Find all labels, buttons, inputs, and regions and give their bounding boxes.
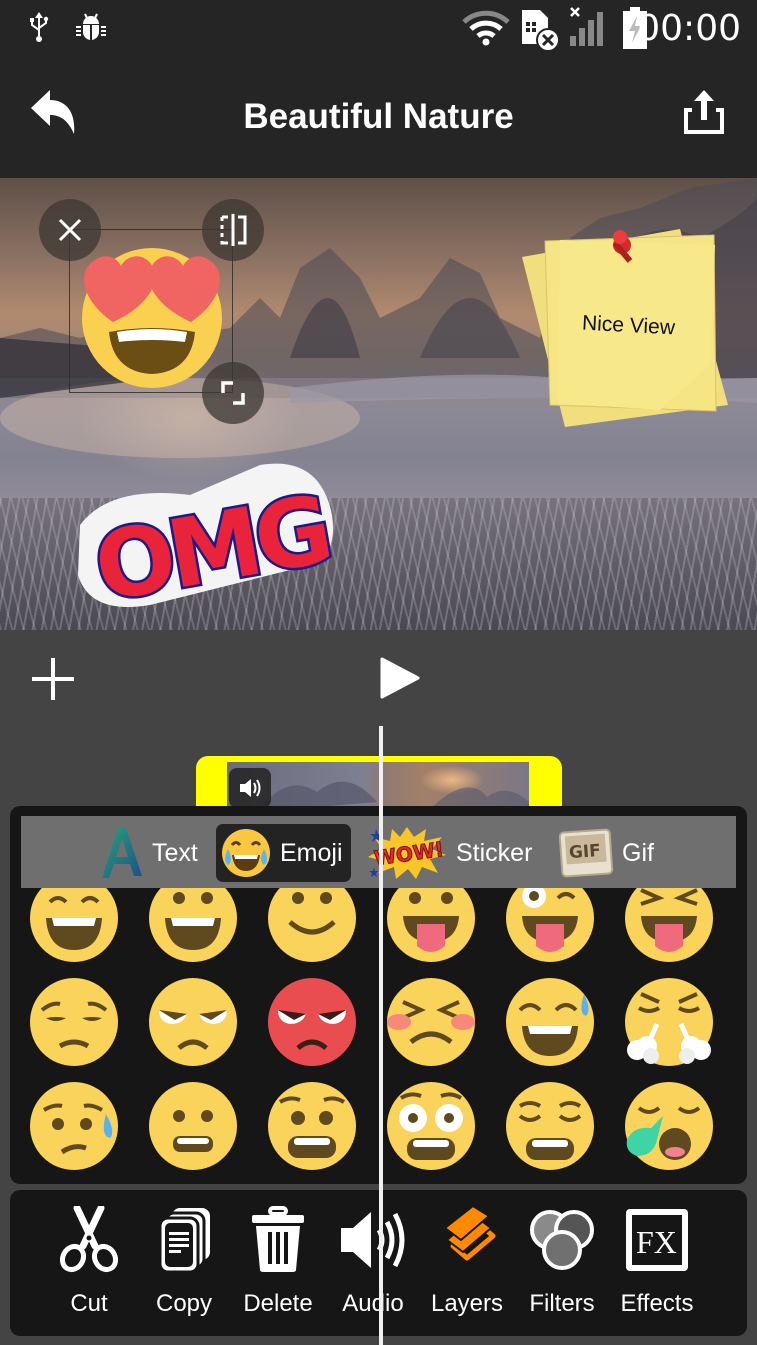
svg-text:FX: FX <box>636 1224 677 1260</box>
clock-time: 00:00 <box>637 8 741 49</box>
emoji-weary-face[interactable] <box>504 1080 596 1172</box>
share-upload-icon[interactable] <box>680 88 728 138</box>
audio-label: Audio <box>342 1290 404 1317</box>
sim-missing-icon <box>522 10 560 52</box>
filters-icon <box>530 1210 594 1270</box>
omg-text: OMG <box>87 476 335 615</box>
tab-text[interactable]: Text <box>100 824 198 882</box>
scissors-icon <box>59 1206 119 1273</box>
emoji-face-with-tongue[interactable] <box>385 888 477 964</box>
emoji-grinning-face[interactable] <box>147 888 239 964</box>
page-title: Beautiful Nature <box>243 97 514 136</box>
copy-icon <box>158 1208 210 1274</box>
plus-icon[interactable] <box>30 656 76 702</box>
cut-label: Cut <box>70 1290 108 1317</box>
app-bar: Beautiful Nature <box>0 56 757 178</box>
effects-label: Effects <box>620 1290 694 1317</box>
timeline-playhead[interactable] <box>379 726 383 1345</box>
trash-icon <box>252 1206 304 1272</box>
flip-icon[interactable] <box>202 199 264 261</box>
emoji-squinting-face-with-tongue[interactable] <box>623 888 715 964</box>
toolbar-effects-button[interactable]: FX Effects <box>614 1200 700 1325</box>
tab-text-label: Text <box>152 838 198 867</box>
delete-label: Delete <box>243 1290 313 1317</box>
tab-sticker[interactable]: WOW! Sticker <box>366 824 532 882</box>
resize-icon[interactable] <box>202 362 264 424</box>
emoji-grimacing-face[interactable] <box>147 1080 239 1172</box>
fx-icon: FX <box>626 1209 688 1271</box>
toolbar-copy-button[interactable]: Copy <box>141 1200 227 1325</box>
emoji-disappointed-face[interactable] <box>28 976 120 1068</box>
emoji-face-with-steam[interactable] <box>623 976 715 1068</box>
volume-icon[interactable] <box>229 768 271 808</box>
wifi-icon <box>462 10 510 46</box>
laughing-emoji-icon <box>222 829 270 877</box>
toolbar-cut-button[interactable]: Cut <box>46 1200 132 1325</box>
toolbar-filters-button[interactable]: Filters <box>519 1200 605 1325</box>
svg-text:GIF: GIF <box>568 841 601 863</box>
emoji-grinning-face-with-sweat[interactable] <box>504 976 596 1068</box>
tab-emoji[interactable]: Emoji <box>216 824 351 882</box>
emoji-pouting-face[interactable] <box>266 976 358 1068</box>
sticky-note-text: Nice View <box>581 311 676 340</box>
debug-bug-icon <box>76 13 106 40</box>
emoji-unamused-angry-face[interactable] <box>147 976 239 1068</box>
toolbar-layers-button[interactable]: Layers <box>424 1200 510 1325</box>
tab-emoji-label: Emoji <box>280 838 343 867</box>
toolbar-delete-button[interactable]: Delete <box>235 1200 321 1325</box>
emoji-confounded-blushing-face[interactable] <box>385 976 477 1068</box>
emoji-winking-face-with-tongue[interactable] <box>504 888 596 964</box>
letter-a-icon <box>102 828 142 878</box>
signal-no-service-icon <box>570 7 603 46</box>
sticker-selection-box[interactable] <box>69 229 233 393</box>
omg-sticker[interactable]: OMG <box>70 455 340 615</box>
play-icon[interactable] <box>378 656 422 700</box>
emoji-slightly-smiling-face[interactable] <box>266 888 358 964</box>
speaker-icon <box>341 1212 405 1268</box>
tab-sticker-label: Sticker <box>456 838 533 867</box>
usb-icon <box>30 12 49 42</box>
layers-icon <box>443 1206 496 1261</box>
emoji-anxious-grimacing-face[interactable] <box>266 1080 358 1172</box>
emoji-sad-relieved-face[interactable] <box>28 1080 120 1172</box>
filters-label: Filters <box>529 1290 595 1317</box>
status-bar: 00:00 <box>0 0 757 56</box>
emoji-astonished-face[interactable] <box>385 1080 477 1172</box>
emoji-sleepy-yawning-face[interactable] <box>623 1080 715 1172</box>
toolbar-audio-button[interactable]: Audio <box>330 1200 416 1325</box>
copy-label: Copy <box>155 1290 213 1317</box>
tab-gif-label: Gif <box>622 838 654 867</box>
tab-gif[interactable]: GIF Gif <box>558 824 654 882</box>
layers-label: Layers <box>430 1290 504 1317</box>
delete-icon[interactable] <box>39 199 101 261</box>
emoji-grinning-squinting-face[interactable] <box>28 888 120 964</box>
gif-icon: GIF <box>558 828 614 878</box>
